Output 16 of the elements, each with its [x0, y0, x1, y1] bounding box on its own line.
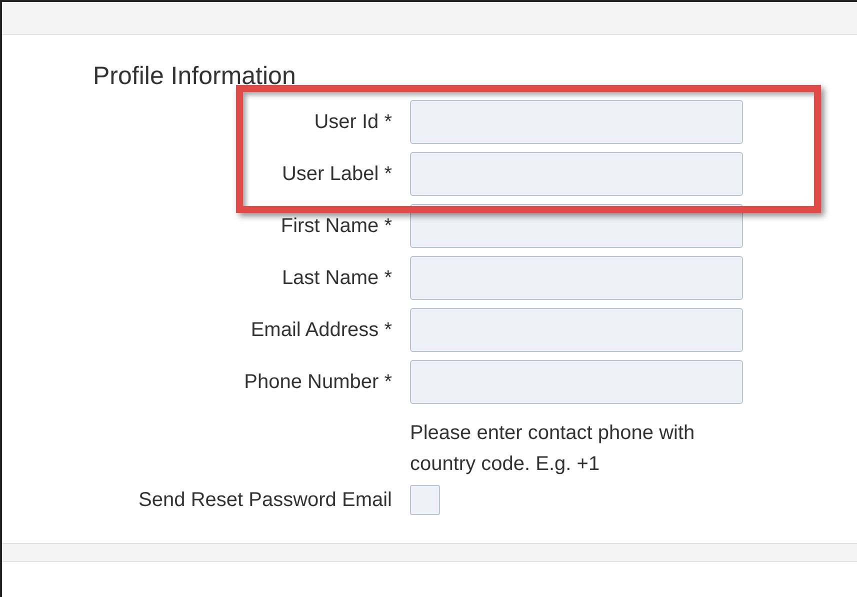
input-field[interactable]: [410, 152, 743, 196]
input-field[interactable]: [410, 100, 743, 144]
help-text: Please enter contact phone with country code. E.g. +1: [410, 421, 696, 477]
field-label: Last Name *: [280, 266, 393, 290]
checkbox-label: Send Reset Password Email: [138, 488, 393, 512]
field-label: User Id *: [313, 110, 393, 134]
input-field[interactable]: [410, 360, 743, 404]
field-label: First Name *: [280, 214, 393, 238]
field-label: Phone Number *: [243, 370, 393, 394]
checkbox[interactable]: [410, 485, 440, 515]
input-field[interactable]: [410, 308, 743, 352]
input-field[interactable]: [410, 204, 743, 248]
field-label: User Label *: [280, 162, 393, 186]
input-field[interactable]: [410, 256, 743, 300]
field-label: Email Address *: [250, 318, 393, 342]
section-title: Profile Information: [92, 61, 297, 91]
